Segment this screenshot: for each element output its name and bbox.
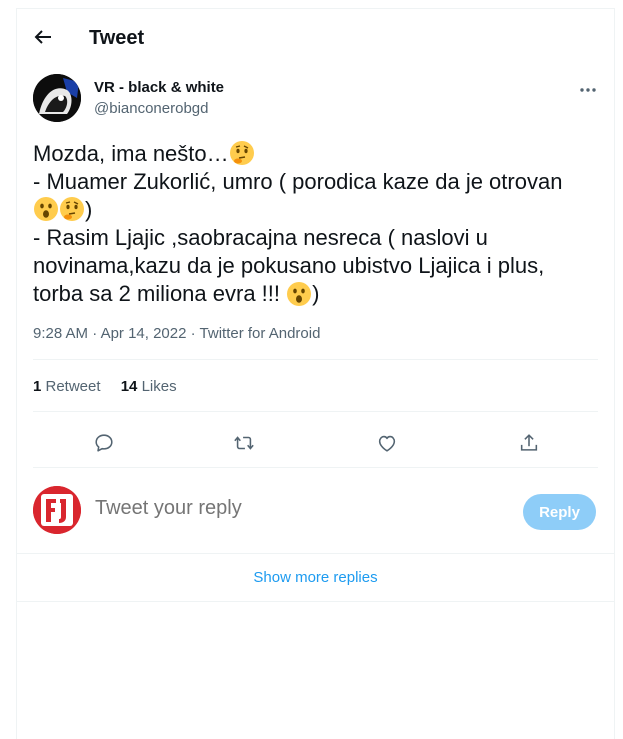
page-title: Tweet: [89, 27, 145, 49]
reply-button[interactable]: Reply: [523, 494, 596, 530]
arrow-left-icon[interactable]: [31, 25, 55, 49]
tweet-line: torba sa 2 miliona evra !!! ): [33, 281, 320, 307]
author-handle[interactable]: @bianconerobgd: [94, 100, 208, 117]
tweet-actions: [17, 421, 614, 467]
tweet-stats: 1 Retweet 14 Likes: [33, 378, 193, 395]
user-avatar[interactable]: [33, 486, 81, 534]
reply-input[interactable]: [95, 497, 475, 520]
tweet-meta: 9:28 AM · Apr 14, 2022 · Twitter for And…: [33, 325, 320, 342]
tweet-line: Mozda, ima nešto…: [33, 140, 603, 168]
retweet-icon[interactable]: [233, 432, 255, 454]
tweet-line: - Rasim Ljajic ,saobracajna nesreca ( na…: [33, 225, 488, 251]
author-name[interactable]: VR - black & white: [94, 79, 224, 96]
thinking-face-icon: [60, 197, 84, 222]
divider: [17, 601, 614, 602]
divider: [33, 411, 598, 412]
like-icon[interactable]: [376, 432, 398, 454]
author-avatar[interactable]: [33, 74, 81, 122]
reply-composer: Reply: [17, 468, 614, 553]
astonished-face-icon: [34, 197, 58, 222]
share-icon[interactable]: [518, 432, 540, 454]
likes-stat[interactable]: 14 Likes: [121, 378, 177, 395]
tweet-text: Mozda, ima nešto… - Muamer Zukorlić, umr…: [33, 140, 603, 309]
meta-separator: ·: [88, 325, 101, 342]
more-options-icon[interactable]: [578, 83, 598, 97]
astonished-face-icon: [287, 281, 312, 306]
thinking-face-icon: [229, 141, 254, 166]
retweets-stat[interactable]: 1 Retweet: [33, 378, 101, 395]
avatar-image: [33, 486, 81, 534]
divider: [33, 359, 598, 360]
page-header: Tweet: [17, 9, 614, 66]
meta-separator: ·: [186, 325, 200, 342]
avatar-image: [33, 74, 81, 122]
tweet-date[interactable]: Apr 14, 2022: [101, 325, 187, 342]
show-more-replies-link[interactable]: Show more replies: [17, 554, 614, 601]
tweet-source[interactable]: Twitter for Android: [200, 325, 321, 342]
tweet-line: ): [33, 196, 603, 224]
tweet-column: Tweet VR - black & white @bianconerobgd …: [16, 8, 615, 739]
tweet-time[interactable]: 9:28 AM: [33, 325, 88, 342]
tweet-line: - Muamer Zukorlić, umro ( porodica kaze …: [33, 169, 563, 195]
tweet-line: novinama,kazu da je pokusano ubistvo Lja…: [33, 253, 545, 279]
reply-icon[interactable]: [93, 432, 115, 454]
